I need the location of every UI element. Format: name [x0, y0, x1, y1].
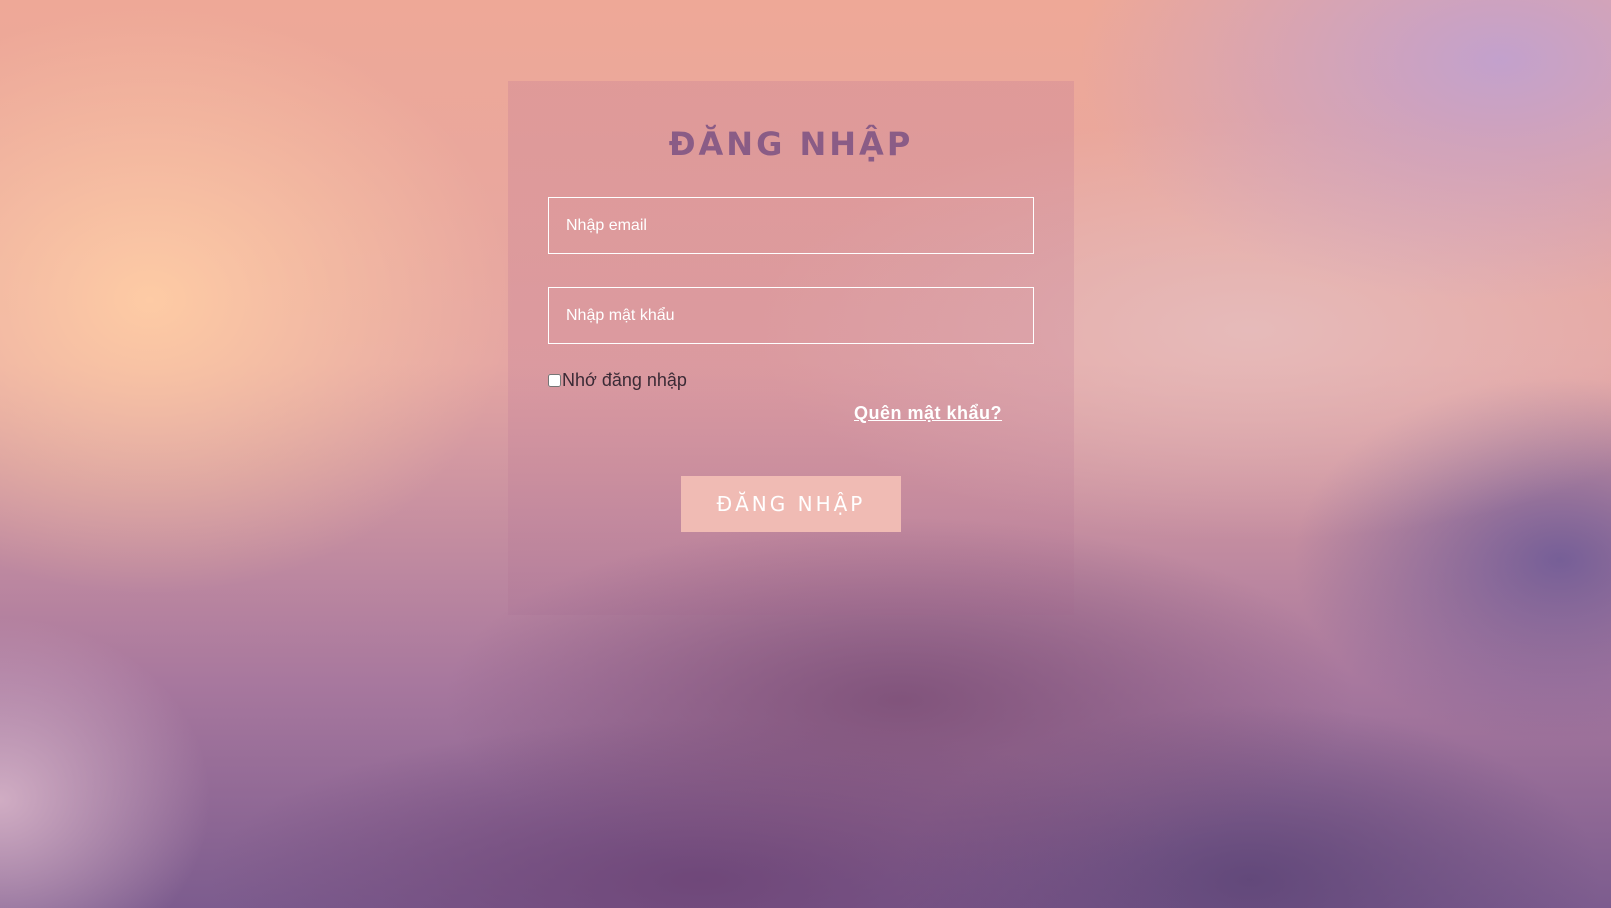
- password-field[interactable]: [548, 287, 1034, 344]
- remember-label: Nhớ đăng nhập: [562, 370, 687, 390]
- remember-row: Nhớ đăng nhập: [548, 370, 687, 391]
- login-button[interactable]: ĐĂNG NHẬP: [681, 476, 901, 532]
- forgot-password-link[interactable]: Quên mật khẩu?: [854, 403, 1002, 424]
- login-panel: ĐĂNG NHẬP Nhớ đăng nhập Quên mật khẩu? Đ…: [508, 81, 1074, 615]
- email-field[interactable]: [548, 197, 1034, 254]
- remember-checkbox[interactable]: [548, 374, 561, 387]
- page-title: ĐĂNG NHẬP: [668, 125, 914, 163]
